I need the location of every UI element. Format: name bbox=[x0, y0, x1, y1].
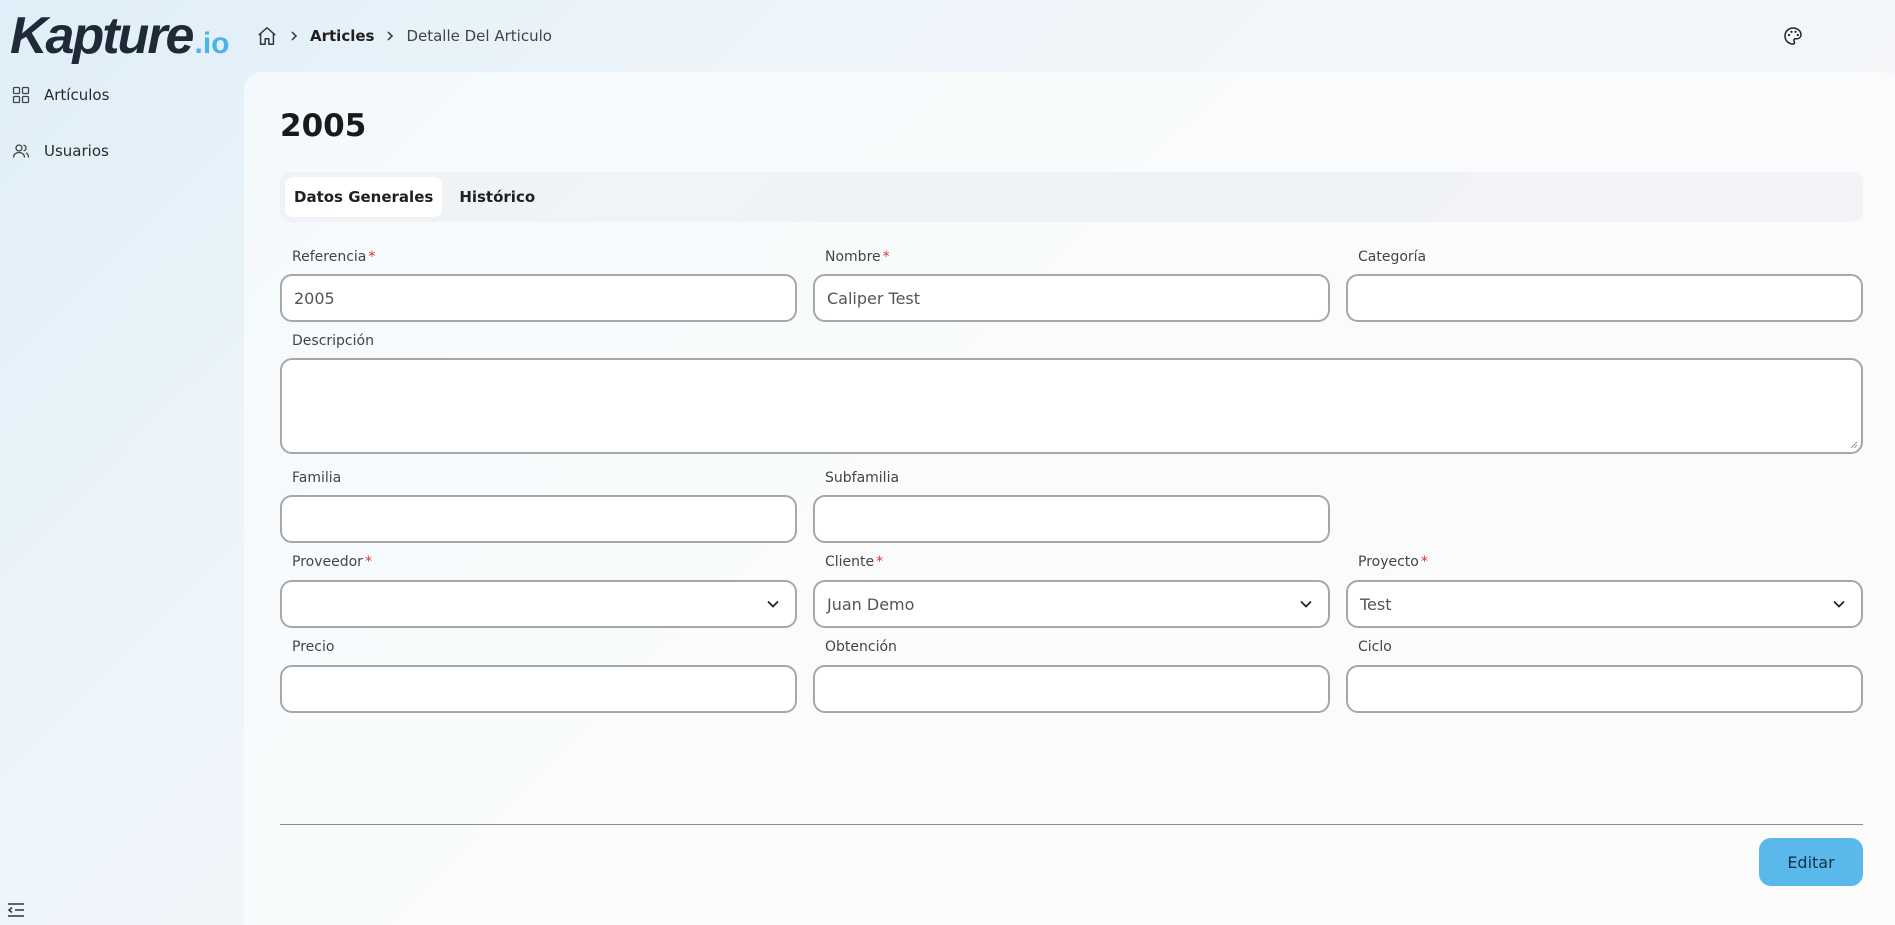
proyecto-value: Test bbox=[1360, 594, 1392, 614]
familia-label: Familia bbox=[292, 470, 342, 486]
breadcrumb: Articles Detalle Del Articulo bbox=[256, 24, 552, 48]
cliente-label: Cliente * bbox=[825, 554, 884, 570]
tab-bar: Datos Generales Histórico bbox=[280, 172, 1863, 222]
sidebar: Artículos Usuarios bbox=[0, 75, 240, 187]
subfamilia-field[interactable] bbox=[813, 495, 1330, 543]
tab-historico[interactable]: Histórico bbox=[450, 177, 544, 217]
nombre-field[interactable]: Caliper Test bbox=[813, 274, 1330, 322]
obtencion-field[interactable] bbox=[813, 665, 1330, 713]
sidebar-item-label: Usuarios bbox=[44, 142, 109, 160]
sidebar-item-usuarios[interactable]: Usuarios bbox=[0, 131, 240, 171]
ciclo-label: Ciclo bbox=[1358, 639, 1392, 655]
proyecto-label: Proyecto * bbox=[1358, 554, 1428, 570]
users-icon bbox=[12, 144, 30, 158]
proveedor-label: Proveedor * bbox=[292, 554, 372, 570]
palette-icon[interactable] bbox=[1783, 26, 1803, 46]
chevron-down-icon bbox=[767, 600, 779, 608]
familia-field[interactable] bbox=[280, 495, 797, 543]
edit-button[interactable]: Editar bbox=[1759, 838, 1863, 886]
referencia-field[interactable]: 2005 bbox=[280, 274, 797, 322]
breadcrumb-articles[interactable]: Articles bbox=[310, 27, 374, 45]
breadcrumb-current: Detalle Del Articulo bbox=[406, 27, 552, 45]
chevron-right-icon bbox=[387, 31, 394, 41]
categoria-field[interactable] bbox=[1346, 274, 1863, 322]
descripcion-textarea[interactable] bbox=[280, 358, 1863, 454]
descripcion-label: Descripción bbox=[292, 333, 374, 349]
brand-logo[interactable]: Kapture.io bbox=[10, 6, 229, 74]
logo-main: Kapture bbox=[10, 7, 194, 65]
chevron-right-icon bbox=[291, 31, 298, 41]
grid-icon bbox=[12, 86, 30, 104]
referencia-label: Referencia * bbox=[292, 249, 376, 265]
precio-field[interactable] bbox=[280, 665, 797, 713]
chevron-down-icon bbox=[1833, 600, 1845, 608]
home-icon[interactable] bbox=[256, 25, 278, 47]
proveedor-select[interactable] bbox=[280, 580, 797, 628]
tab-datos-generales[interactable]: Datos Generales bbox=[285, 177, 443, 217]
obtencion-label: Obtención bbox=[825, 639, 897, 655]
nombre-label: Nombre * bbox=[825, 249, 890, 265]
proyecto-select[interactable]: Test bbox=[1346, 580, 1863, 628]
cliente-value: Juan Demo bbox=[827, 594, 915, 614]
app-root: Kapture.io Articles Detalle Del Articulo… bbox=[0, 0, 1895, 925]
subfamilia-label: Subfamilia bbox=[825, 470, 900, 486]
sidebar-item-articulos[interactable]: Artículos bbox=[0, 75, 240, 115]
page-title: 2005 bbox=[280, 108, 367, 144]
logo-suffix: .io bbox=[194, 27, 230, 60]
resize-grip-icon[interactable] bbox=[1850, 441, 1858, 449]
categoria-label: Categoría bbox=[1358, 249, 1427, 265]
divider bbox=[280, 824, 1863, 825]
precio-label: Precio bbox=[292, 639, 335, 655]
collapse-sidebar-icon[interactable] bbox=[7, 902, 25, 918]
chevron-down-icon bbox=[1300, 600, 1312, 608]
sidebar-item-label: Artículos bbox=[44, 86, 110, 104]
ciclo-field[interactable] bbox=[1346, 665, 1863, 713]
cliente-select[interactable]: Juan Demo bbox=[813, 580, 1330, 628]
